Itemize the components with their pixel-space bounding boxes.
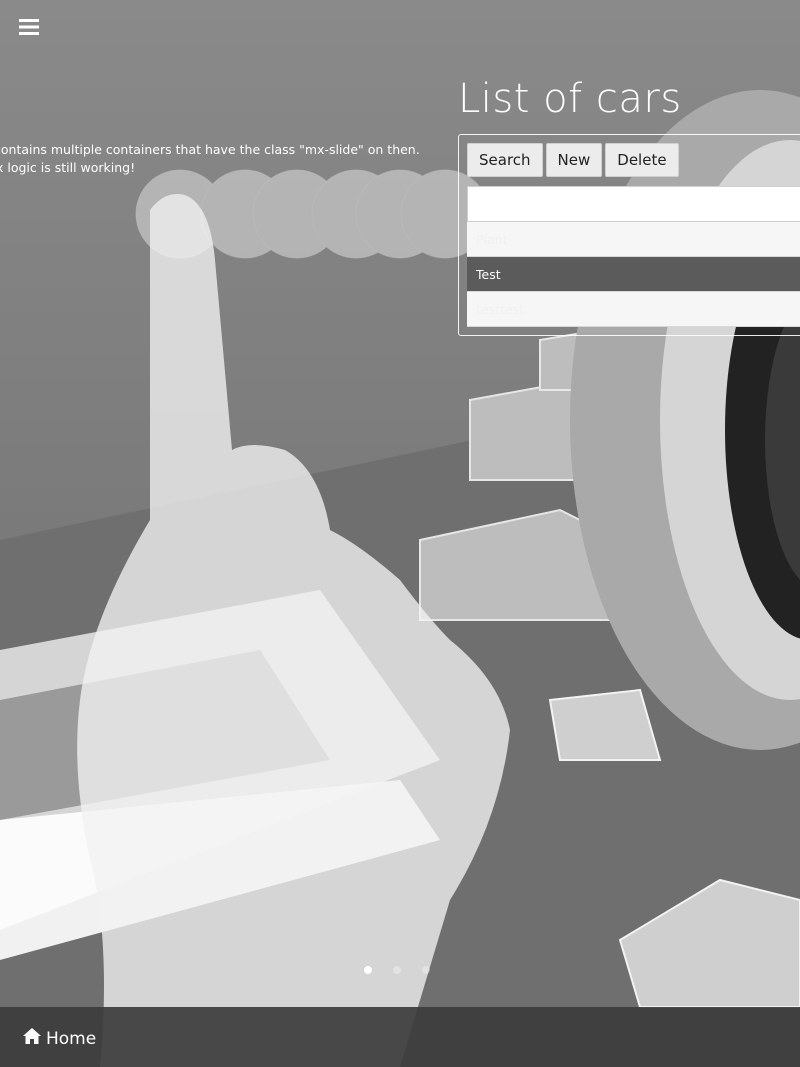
- list-item-label: Test: [476, 266, 501, 282]
- list-toolbar: Search New Delete: [467, 143, 679, 177]
- delete-button[interactable]: Delete: [605, 143, 679, 177]
- list-item[interactable]: testtest: [467, 292, 800, 327]
- new-button[interactable]: New: [545, 143, 603, 177]
- list-item-label: testtest: [476, 301, 525, 317]
- intro-line-2: x logic is still working!: [0, 159, 136, 175]
- carousel-pagination: [364, 966, 430, 974]
- search-input[interactable]: [467, 186, 800, 222]
- bottom-navigation-bar: Home: [0, 1007, 800, 1067]
- carousel-dot-3[interactable]: [422, 966, 430, 974]
- home-link[interactable]: Home: [22, 1026, 96, 1051]
- carousel-dot-1[interactable]: [364, 966, 372, 974]
- list-item[interactable]: Test: [467, 257, 800, 292]
- intro-text: contains multiple containers that have t…: [0, 141, 450, 176]
- hamburger-menu-icon[interactable]: [16, 14, 42, 40]
- page-title: List of cars: [458, 76, 682, 122]
- cars-list: Plant Test testtest: [467, 222, 800, 327]
- intro-line-1: contains multiple containers that have t…: [0, 142, 420, 157]
- home-icon: [22, 1026, 42, 1051]
- list-item-label: Plant: [476, 231, 508, 247]
- list-item[interactable]: Plant: [467, 222, 800, 257]
- cars-list-panel: Search New Delete Plant Test testtest: [458, 134, 800, 336]
- carousel-dot-2[interactable]: [393, 966, 401, 974]
- search-button[interactable]: Search: [467, 143, 543, 177]
- home-label: Home: [46, 1028, 97, 1049]
